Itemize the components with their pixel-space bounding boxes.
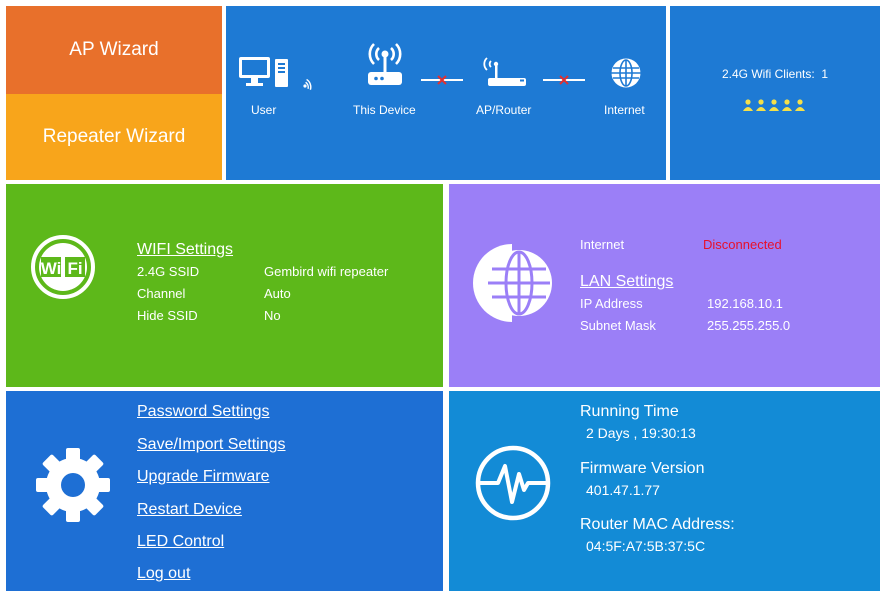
log-out-link[interactable]: Log out bbox=[137, 565, 190, 583]
wifi-value-hide-ssid: No bbox=[264, 308, 281, 323]
network-topology-panel: User This Device AP/Router Internet bbox=[226, 6, 666, 180]
svg-text:Fi: Fi bbox=[67, 259, 82, 278]
svg-text:Wi: Wi bbox=[41, 259, 62, 278]
running-time-label: Running Time bbox=[580, 403, 679, 420]
lan-internet-label: Internet bbox=[580, 237, 625, 252]
wifi-key-channel: Channel bbox=[137, 286, 186, 301]
firmware-version-value: 401.47.1.77 bbox=[586, 482, 660, 498]
device-status-panel: Running Time 2 Days , 19:30:13 Firmware … bbox=[449, 391, 880, 591]
lan-value-subnet: 255.255.255.0 bbox=[707, 318, 791, 333]
password-settings-link[interactable]: Password Settings bbox=[137, 403, 270, 421]
heartbeat-monitor-icon bbox=[475, 445, 551, 521]
lan-key-subnet: Subnet Mask bbox=[580, 318, 656, 333]
computer-icon bbox=[239, 57, 288, 87]
gear-icon bbox=[36, 448, 110, 522]
ap-wizard-button[interactable]: AP Wizard bbox=[6, 6, 222, 94]
restart-device-link[interactable]: Restart Device bbox=[137, 501, 242, 519]
router-mac-label: Router MAC Address: bbox=[580, 516, 735, 533]
clients-people-icon bbox=[743, 99, 805, 111]
lan-value-ip: 192.168.10.1 bbox=[707, 296, 783, 311]
wifi-settings-panel: Wi Fi WIFI Settings 2.4G SSID Gembird wi… bbox=[6, 184, 443, 387]
wifi-signal-icon bbox=[303, 78, 312, 90]
topology-label-user: User bbox=[251, 103, 277, 117]
globe-icon bbox=[611, 58, 641, 88]
router-mac-value: 04:5F:A7:5B:37:5C bbox=[586, 538, 706, 554]
wifi-settings-link[interactable]: WIFI Settings bbox=[137, 241, 233, 259]
repeater-wizard-label: Repeater Wizard bbox=[42, 126, 186, 147]
disconnected-link-icon bbox=[543, 75, 585, 85]
globe-large-icon bbox=[473, 244, 552, 322]
topology-label-ap-router: AP/Router bbox=[476, 103, 532, 117]
repeater-wizard-button[interactable]: Repeater Wizard bbox=[6, 94, 222, 180]
router-antenna-icon bbox=[368, 43, 402, 85]
lan-internet-status: Disconnected bbox=[703, 237, 782, 252]
wifi-clients-label: 2.4G Wifi Clients: bbox=[721, 67, 815, 81]
wifi-clients-text: 2.4G Wifi Clients: 1 bbox=[670, 67, 880, 81]
wifi-key-ssid: 2.4G SSID bbox=[137, 264, 200, 279]
topology-label-internet: Internet bbox=[604, 103, 645, 117]
wifi-clients-count: 1 bbox=[821, 67, 829, 81]
save-import-settings-link[interactable]: Save/Import Settings bbox=[137, 436, 286, 454]
wifi-value-ssid: Gembird wifi repeater bbox=[264, 264, 389, 279]
running-time-value: 2 Days , 19:30:13 bbox=[586, 425, 696, 441]
topology-label-this-device: This Device bbox=[353, 103, 416, 117]
upgrade-firmware-link[interactable]: Upgrade Firmware bbox=[137, 468, 269, 486]
wifi-key-hide-ssid: Hide SSID bbox=[137, 308, 198, 323]
lan-settings-link[interactable]: LAN Settings bbox=[580, 273, 673, 291]
ap-router-icon bbox=[483, 57, 526, 86]
led-control-link[interactable]: LED Control bbox=[137, 533, 224, 551]
ap-wizard-label: AP Wizard bbox=[69, 39, 159, 60]
lan-key-ip: IP Address bbox=[580, 296, 643, 311]
system-tools-panel: Password Settings Save/Import Settings U… bbox=[6, 391, 443, 591]
lan-settings-panel: Internet Disconnected LAN Settings IP Ad… bbox=[449, 184, 880, 387]
wifi-clients-panel[interactable]: 2.4G Wifi Clients: 1 bbox=[670, 6, 880, 180]
firmware-version-label: Firmware Version bbox=[580, 460, 705, 477]
wifi-logo-icon: Wi Fi bbox=[31, 235, 95, 299]
wifi-value-channel: Auto bbox=[264, 286, 291, 301]
disconnected-link-icon bbox=[421, 75, 463, 85]
